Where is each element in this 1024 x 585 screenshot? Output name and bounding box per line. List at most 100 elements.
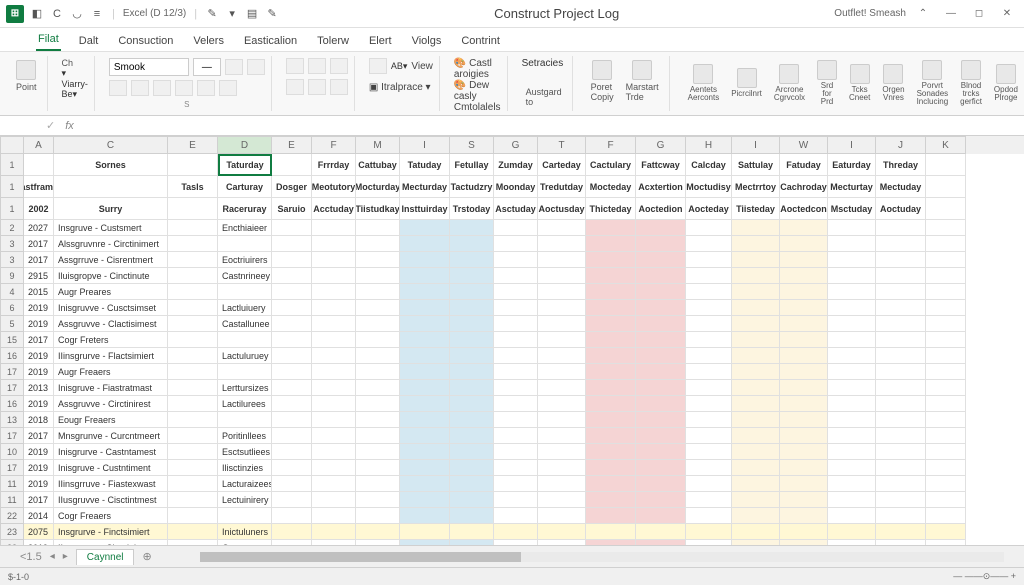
ribbon-cmd-button[interactable]: Arcrone Cgrvcolx	[770, 62, 809, 104]
cell[interactable]: Acxtertion	[636, 176, 686, 198]
cell[interactable]: Inisgruve - Custntiment	[54, 460, 168, 476]
cell[interactable]: 2019	[24, 444, 54, 460]
cell[interactable]	[876, 492, 926, 508]
cell[interactable]	[876, 412, 926, 428]
cell[interactable]	[450, 236, 494, 252]
row-header[interactable]: 17	[0, 364, 24, 380]
cell[interactable]	[54, 176, 168, 198]
cell[interactable]	[538, 332, 586, 348]
cell[interactable]	[356, 524, 400, 540]
cell[interactable]	[828, 284, 876, 300]
cell[interactable]: Cprttureey	[218, 540, 272, 545]
cell[interactable]	[926, 476, 966, 492]
cell[interactable]	[494, 380, 538, 396]
cell[interactable]	[272, 380, 312, 396]
cell[interactable]	[586, 236, 636, 252]
cell[interactable]	[926, 396, 966, 412]
cell[interactable]: Carteday	[538, 154, 586, 176]
cell[interactable]	[636, 412, 686, 428]
cell[interactable]	[494, 236, 538, 252]
cell[interactable]	[494, 508, 538, 524]
cell[interactable]	[312, 460, 356, 476]
cell[interactable]	[686, 284, 732, 300]
ribbon-tab-easticalion[interactable]: Easticalion	[242, 31, 299, 51]
sheet-next-icon[interactable]: ▸	[63, 551, 68, 562]
cell[interactable]	[686, 348, 732, 364]
cell[interactable]	[168, 220, 218, 236]
cell[interactable]	[272, 300, 312, 316]
cell[interactable]	[926, 268, 966, 284]
cell[interactable]	[538, 220, 586, 236]
row-header[interactable]: 5	[0, 316, 24, 332]
cell[interactable]	[450, 492, 494, 508]
cell[interactable]	[400, 476, 450, 492]
cell[interactable]: Lectuinirery	[218, 492, 272, 508]
cell[interactable]: Insgrurve - Finctsimiert	[54, 524, 168, 540]
cell[interactable]	[828, 236, 876, 252]
cell[interactable]	[926, 364, 966, 380]
cell[interactable]: 2017	[24, 428, 54, 444]
cell[interactable]	[686, 252, 732, 268]
cell[interactable]: Tiisteday	[732, 198, 780, 220]
ribbon-cmd-button[interactable]: Srd for Prd	[813, 58, 841, 108]
cell[interactable]	[538, 268, 586, 284]
cell[interactable]	[272, 492, 312, 508]
cell[interactable]: 2019	[24, 396, 54, 412]
cell[interactable]	[828, 412, 876, 428]
cell[interactable]	[450, 524, 494, 540]
cell[interactable]	[732, 412, 780, 428]
cell[interactable]: Ilisctinzies	[218, 460, 272, 476]
cell[interactable]	[356, 540, 400, 545]
cell[interactable]	[926, 300, 966, 316]
cell[interactable]	[400, 300, 450, 316]
column-header[interactable]: E	[168, 136, 218, 154]
cell[interactable]	[312, 508, 356, 524]
cell[interactable]: Eaturday	[828, 154, 876, 176]
column-header[interactable]: A	[24, 136, 54, 154]
cell[interactable]	[686, 316, 732, 332]
cell[interactable]	[272, 332, 312, 348]
cell[interactable]: Augr Preares	[54, 284, 168, 300]
cell[interactable]	[218, 332, 272, 348]
cell[interactable]	[450, 508, 494, 524]
cell[interactable]	[356, 428, 400, 444]
cell[interactable]	[168, 524, 218, 540]
cell[interactable]	[686, 508, 732, 524]
cell[interactable]: Inisgrurve - Castntamest	[54, 444, 168, 460]
cell[interactable]	[732, 332, 780, 348]
cell[interactable]	[312, 252, 356, 268]
cell[interactable]	[356, 380, 400, 396]
cell[interactable]	[312, 284, 356, 300]
cell[interactable]	[168, 332, 218, 348]
cell[interactable]	[168, 460, 218, 476]
qa-icon-4[interactable]: ▤	[245, 7, 259, 21]
cell[interactable]	[876, 252, 926, 268]
column-header[interactable]: G	[494, 136, 538, 154]
align-top-icon[interactable]	[286, 58, 304, 74]
row-header[interactable]: 1	[0, 176, 24, 198]
row-header[interactable]: 1	[0, 154, 24, 176]
cell[interactable]	[356, 236, 400, 252]
cell[interactable]	[586, 364, 636, 380]
row-header[interactable]: 6	[0, 300, 24, 316]
cell[interactable]	[272, 540, 312, 545]
row-header[interactable]: 17	[0, 428, 24, 444]
ribbon-tab-consuction[interactable]: Consuction	[116, 31, 175, 51]
cell[interactable]	[168, 154, 218, 176]
cell[interactable]	[686, 540, 732, 545]
cell[interactable]: Thicteday	[586, 198, 636, 220]
cell[interactable]	[636, 396, 686, 412]
cell[interactable]: Mocturday	[356, 176, 400, 198]
austgard-button[interactable]: Austgard to	[522, 85, 566, 109]
cell[interactable]	[636, 252, 686, 268]
cell[interactable]	[400, 396, 450, 412]
merge-options[interactable]: ▾ Viarry-Be▾	[62, 68, 88, 100]
cell[interactable]	[538, 428, 586, 444]
cell[interactable]	[636, 540, 686, 545]
cell[interactable]	[168, 236, 218, 252]
font-size-select[interactable]	[193, 58, 221, 76]
cell[interactable]	[400, 524, 450, 540]
italic-icon[interactable]	[131, 80, 149, 96]
itralprace-button[interactable]: ▣ Itralprace ▾	[369, 82, 431, 93]
cell[interactable]	[926, 198, 966, 220]
